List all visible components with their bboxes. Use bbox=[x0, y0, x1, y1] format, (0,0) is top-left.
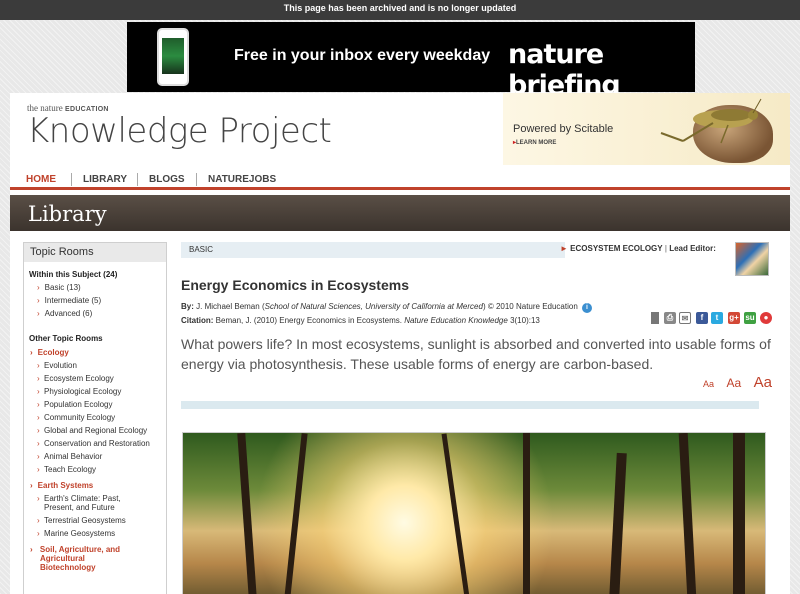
article-byline: By: J. Michael Beman (School of Natural … bbox=[181, 302, 593, 313]
lead-editor-photo[interactable] bbox=[735, 242, 769, 276]
topic-community-ecology[interactable]: Community Ecology bbox=[37, 413, 166, 422]
article-abstract: What powers life? In most ecosystems, su… bbox=[181, 336, 771, 372]
topic-physiological-ecology[interactable]: Physiological Ecology bbox=[37, 387, 166, 396]
site-title: Knowledge Project bbox=[27, 111, 332, 151]
category-earth-systems[interactable]: Earth Systems bbox=[30, 481, 166, 490]
google-plus-icon[interactable]: g+ bbox=[728, 312, 740, 324]
category-soil-agriculture[interactable]: Soil, Agriculture, and Agricultural Biot… bbox=[30, 545, 166, 572]
nav-naturejobs[interactable]: NATUREJOBS bbox=[208, 174, 276, 185]
banner-brand: nature briefing bbox=[508, 39, 621, 101]
font-large-button[interactable]: Aa bbox=[754, 374, 772, 391]
phone-icon bbox=[157, 28, 189, 86]
sidebar-title: Topic Rooms bbox=[24, 243, 166, 262]
page-container: the nature EDUCATION Knowledge Project P… bbox=[10, 93, 790, 594]
topic-global-regional-ecology[interactable]: Global and Regional Ecology bbox=[37, 426, 166, 435]
nav-blogs[interactable]: BLOGS bbox=[149, 174, 185, 185]
main-nav: HOME LIBRARY BLOGS NATUREJOBS bbox=[10, 169, 790, 190]
topic-ecosystem-ecology[interactable]: Ecosystem Ecology bbox=[37, 374, 166, 383]
print-icon[interactable]: ⎙ bbox=[664, 312, 676, 324]
topic-terrestrial-geosystems[interactable]: Terrestrial Geosystems bbox=[37, 516, 166, 525]
archive-notice: This page has been archived and is no lo… bbox=[0, 0, 800, 20]
nav-home[interactable]: HOME bbox=[26, 174, 56, 185]
within-subject-heading: Within this Subject (24) bbox=[29, 270, 118, 279]
level-advanced-link[interactable]: Advanced (6) bbox=[37, 309, 166, 318]
category-ecology[interactable]: Ecology bbox=[30, 348, 166, 357]
scitable-promo[interactable]: Powered by Scitable LEARN MORE bbox=[503, 93, 790, 165]
twitter-icon[interactable]: t bbox=[711, 312, 723, 324]
bookmark-icon[interactable] bbox=[651, 312, 659, 324]
article-level-tag: BASIC bbox=[181, 242, 565, 258]
nav-library[interactable]: LIBRARY bbox=[83, 174, 127, 185]
topic-link[interactable]: ECOSYSTEM ECOLOGY bbox=[570, 244, 662, 253]
copyright-text: © 2010 Nature Education bbox=[487, 302, 578, 311]
topic-evolution[interactable]: Evolution bbox=[37, 361, 166, 370]
forest-sunlight-image bbox=[182, 432, 766, 594]
font-medium-button[interactable]: Aa bbox=[726, 376, 741, 390]
topic-conservation-restoration[interactable]: Conservation and Restoration bbox=[37, 439, 166, 448]
banner-tagline: Free in your inbox every weekday bbox=[234, 47, 491, 64]
reddit-icon[interactable]: ● bbox=[760, 312, 772, 324]
grasshopper-icon bbox=[660, 98, 762, 144]
section-header: Library bbox=[10, 195, 790, 231]
site-logo[interactable]: the nature EDUCATION Knowledge Project bbox=[27, 103, 332, 151]
article-citation: Citation: Beman, J. (2010) Energy Econom… bbox=[181, 316, 540, 325]
font-size-controls: Aa Aa Aa bbox=[695, 374, 772, 392]
nature-briefing-banner[interactable]: Free in your inbox every weekday nature … bbox=[127, 22, 695, 101]
arrow-icon: ► bbox=[560, 244, 568, 253]
other-topic-rooms-heading: Other Topic Rooms bbox=[29, 334, 103, 343]
lead-editor-label: Lead Editor: bbox=[669, 244, 716, 253]
topic-earths-climate[interactable]: Earth's Climate: Past,Present, and Futur… bbox=[37, 494, 166, 512]
author-affiliation: School of Natural Sciences, University o… bbox=[264, 302, 483, 311]
facebook-icon[interactable]: f bbox=[696, 312, 708, 324]
stumbleupon-icon[interactable]: su bbox=[744, 312, 756, 324]
author-name[interactable]: J. Michael Beman bbox=[196, 302, 260, 311]
topic-animal-behavior[interactable]: Animal Behavior bbox=[37, 452, 166, 461]
topic-tag: ► ECOSYSTEM ECOLOGY | Lead Editor: bbox=[560, 244, 716, 253]
topic-teach-ecology[interactable]: Teach Ecology bbox=[37, 465, 166, 474]
info-icon[interactable]: i bbox=[582, 303, 593, 313]
font-small-button[interactable]: Aa bbox=[703, 379, 714, 389]
level-intermediate-link[interactable]: Intermediate (5) bbox=[37, 296, 166, 305]
topic-population-ecology[interactable]: Population Ecology bbox=[37, 400, 166, 409]
powered-by-text: Powered by Scitable bbox=[513, 123, 614, 135]
divider-bar bbox=[181, 401, 759, 409]
article-title: Energy Economics in Ecosystems bbox=[181, 277, 409, 293]
section-title: Library bbox=[28, 202, 107, 226]
learn-more-link[interactable]: LEARN MORE bbox=[513, 139, 556, 146]
topic-marine-geosystems[interactable]: Marine Geosystems bbox=[37, 529, 166, 538]
level-basic-link[interactable]: Basic (13) bbox=[37, 283, 166, 292]
email-icon[interactable]: ✉ bbox=[679, 312, 691, 324]
topic-rooms-sidebar: Topic Rooms Within this Subject (24) Bas… bbox=[23, 242, 167, 594]
